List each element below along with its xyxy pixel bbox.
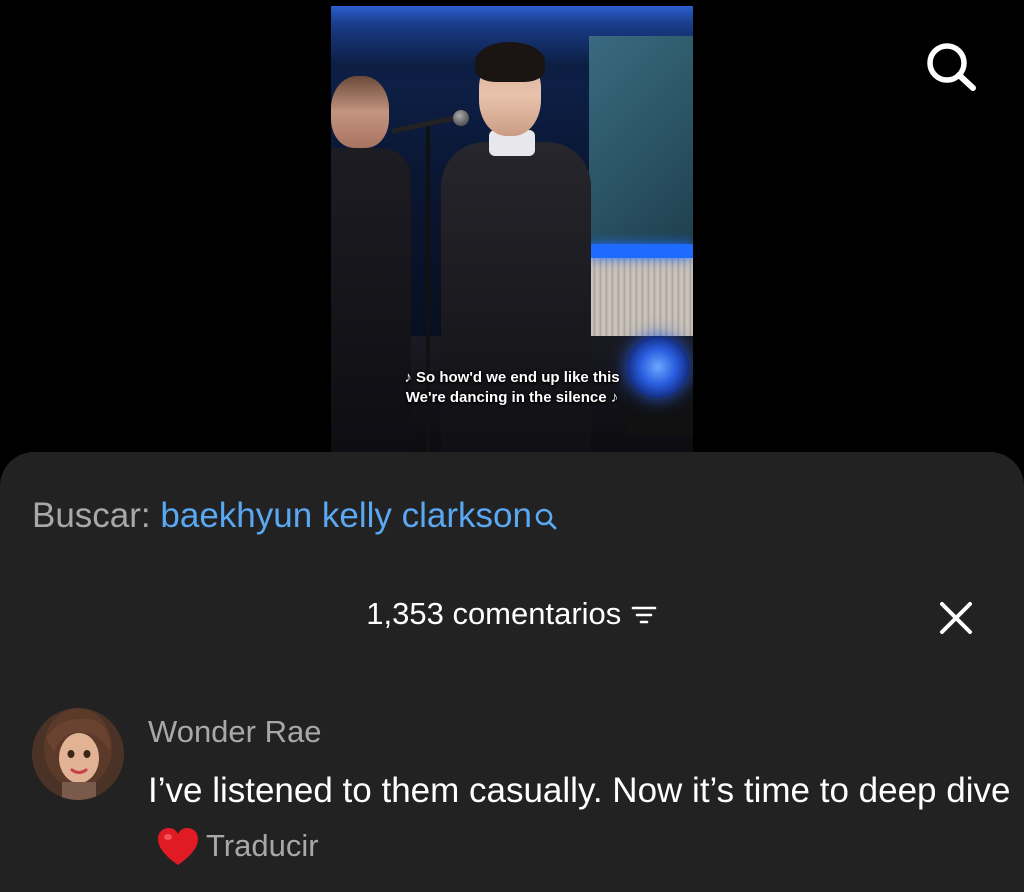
app-screen: ♪ So how'd we end up like this We're dan… <box>0 0 1024 892</box>
search-icon[interactable] <box>918 36 982 96</box>
video-subtitles: ♪ So how'd we end up like this We're dan… <box>331 368 693 408</box>
search-suggestion-label: Buscar: <box>32 496 151 535</box>
search-suggestion[interactable]: Buscar: baekhyun kelly clarkson <box>32 494 558 538</box>
sort-filter-icon[interactable] <box>630 600 658 628</box>
translate-link[interactable]: Traducir <box>206 828 319 863</box>
video-player[interactable]: ♪ So how'd we end up like this We're dan… <box>331 6 693 456</box>
avatar[interactable] <box>32 708 124 800</box>
subtitle-line: We're dancing in the silence ♪ <box>405 389 619 406</box>
search-icon <box>534 498 558 530</box>
comment-username[interactable]: Wonder Rae <box>148 712 321 752</box>
stage-led-strip <box>589 244 693 258</box>
comment-text: I’ve listened to them casually. Now it’s… <box>148 771 1011 810</box>
subtitle-line: ♪ So how'd we end up like this <box>404 369 620 386</box>
background-screen <box>589 36 693 261</box>
comments-sheet: Buscar: baekhyun kelly clarkson 1,353 co… <box>0 452 1024 892</box>
close-icon[interactable] <box>934 596 978 640</box>
comment-count: 1,353 comentarios <box>366 596 622 631</box>
heart-icon <box>156 827 200 867</box>
comment-body: I’ve listened to them casually. Now it’s… <box>148 764 1018 873</box>
search-suggestion-query[interactable]: baekhyun kelly clarkson <box>160 496 532 535</box>
comments-header: 1,353 comentarios <box>0 592 1024 636</box>
